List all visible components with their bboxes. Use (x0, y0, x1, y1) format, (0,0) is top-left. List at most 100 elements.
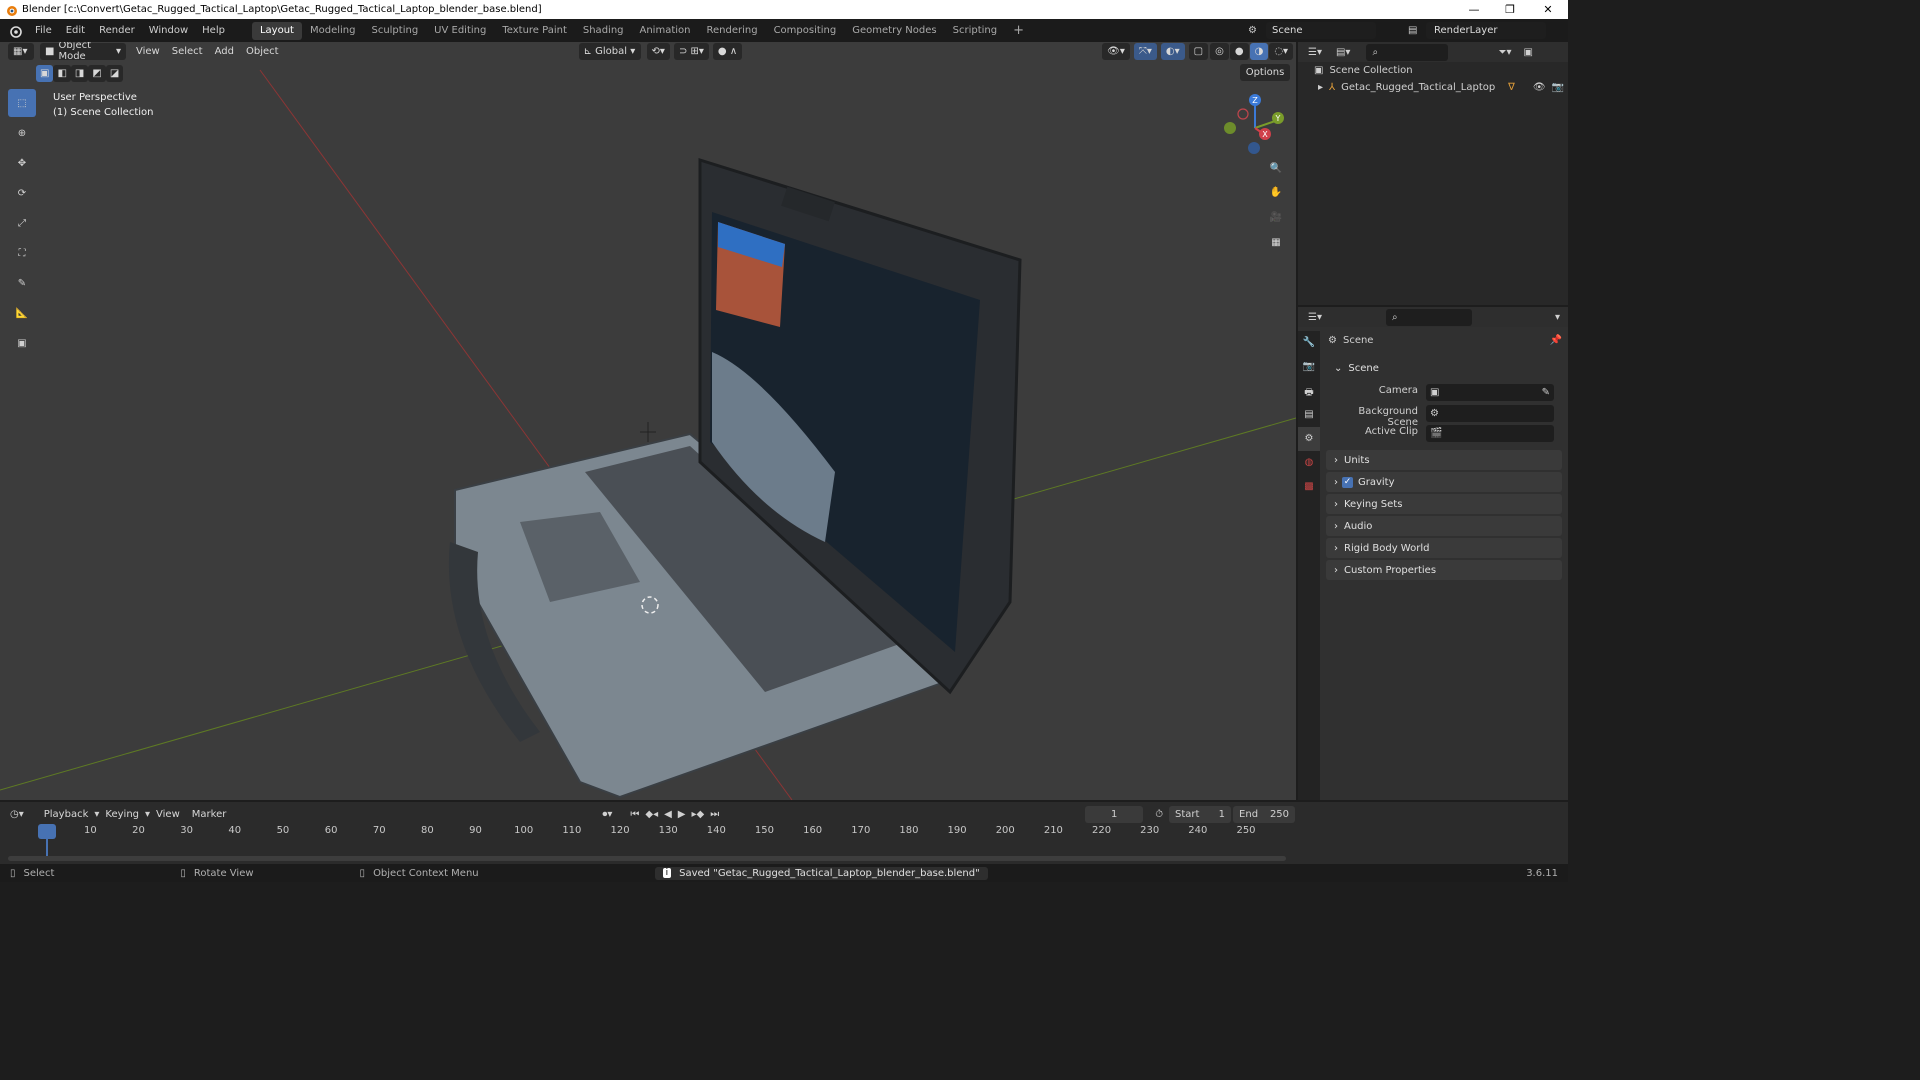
scale-tool-icon[interactable]: ⤢ (8, 209, 36, 237)
menu-edit[interactable]: Edit (59, 25, 92, 36)
pan-hand-icon[interactable]: ✋ (1265, 181, 1287, 203)
blender-menu-icon[interactable] (8, 24, 22, 38)
render-tab-icon[interactable]: 📷 (1298, 355, 1320, 379)
scene-icon[interactable]: ⚙ (1248, 25, 1266, 36)
zoom-icon[interactable]: 🔍 (1265, 157, 1287, 179)
panel-rigid-body-world[interactable]: › Rigid Body World (1326, 538, 1562, 558)
menu-help[interactable]: Help (195, 25, 232, 36)
transform-tool-icon[interactable]: ⛶ (8, 239, 36, 267)
proportional-edit-icon[interactable]: ● ∧ (712, 42, 743, 60)
outliner-item-laptop[interactable]: ▸ ⅄ Getac_Rugged_Tactical_Laptop ∇ 👁 📷 (1318, 82, 1564, 93)
xray-icon[interactable]: ▢ (1188, 42, 1209, 60)
3d-viewport[interactable]: ▦▾ ■ Object Mode ▾ View Select Add Object… (0, 42, 1296, 800)
properties-editor-type-icon[interactable]: ☰▾ (1308, 312, 1322, 323)
visibility-icon[interactable]: 👁▾ (1102, 42, 1130, 60)
close-window-button[interactable]: ✕ (1530, 0, 1566, 19)
shading-solid-icon[interactable]: ● (1229, 42, 1249, 60)
tab-sculpting[interactable]: Sculpting (363, 22, 426, 40)
eye-icon[interactable]: 👁 (1533, 82, 1546, 93)
viewport-menu-add[interactable]: Add (209, 46, 240, 57)
select-subtract-icon[interactable]: ◨ (70, 65, 89, 82)
tab-texture-paint[interactable]: Texture Paint (494, 22, 575, 40)
maximize-button[interactable]: ❐ (1492, 0, 1528, 19)
panel-custom-properties[interactable]: › Custom Properties (1326, 560, 1562, 580)
menu-window[interactable]: Window (142, 25, 195, 36)
camera-field[interactable]: ▣ ✎ (1426, 384, 1554, 401)
orientation-selector[interactable]: ⊾ Global ▾ (578, 42, 641, 60)
viewport-menu-view[interactable]: View (130, 46, 166, 57)
shading-material-icon[interactable]: ◑ (1249, 42, 1269, 60)
panel-scene[interactable]: ⌄ Scene (1326, 358, 1562, 378)
move-tool-icon[interactable]: ✥ (8, 149, 36, 177)
active-clip-field[interactable]: 🎬 (1426, 425, 1554, 442)
view-layer-selector[interactable]: RenderLayer (1426, 22, 1546, 39)
tab-compositing[interactable]: Compositing (766, 22, 845, 40)
output-tab-icon[interactable]: 🖶 (1298, 379, 1320, 403)
options-dropdown[interactable]: Options (1240, 64, 1290, 81)
menu-render[interactable]: Render (92, 25, 142, 36)
view-layer-tab-icon[interactable]: ▤ (1298, 403, 1320, 427)
render-camera-icon[interactable]: 📷 (1552, 82, 1564, 93)
select-box-tool-icon[interactable]: ⬚ (8, 89, 36, 117)
scene-tab-icon[interactable]: ⚙ (1298, 427, 1320, 451)
scene-selector[interactable]: Scene (1266, 22, 1376, 39)
select-invert-icon[interactable]: ◩ (88, 65, 106, 82)
tab-geometry-nodes[interactable]: Geometry Nodes (844, 22, 944, 40)
measure-tool-icon[interactable]: 📐 (8, 299, 36, 327)
filter-icon[interactable]: ⏷▾ (1498, 47, 1511, 58)
select-intersect-icon[interactable]: ◪ (105, 65, 124, 82)
outliner-root-row[interactable]: ▣ Scene Collection (1314, 65, 1413, 76)
world-tab-icon[interactable]: ◍ (1298, 451, 1320, 475)
add-workspace-button[interactable]: + (1005, 22, 1032, 40)
timeline-scrollbar[interactable] (8, 856, 1286, 861)
viewport-menu-select[interactable]: Select (166, 46, 209, 57)
navigation-gizmo[interactable]: Z Y X (1220, 90, 1290, 160)
view-layer-icon[interactable]: ▤ (1408, 25, 1426, 36)
menu-file[interactable]: File (28, 25, 59, 36)
shading-rendered-icon[interactable]: ◌▾ (1269, 42, 1294, 60)
timeline-editor[interactable]: ◷▾ Playback ▾ Keying ▾ View Marker ⏺▾ ⏮ … (0, 802, 1568, 864)
tab-scripting[interactable]: Scripting (945, 22, 1005, 40)
new-collection-icon[interactable]: ▣ (1523, 47, 1532, 58)
playhead[interactable] (38, 824, 56, 839)
tab-layout[interactable]: Layout (251, 21, 302, 40)
tab-rendering[interactable]: Rendering (698, 22, 765, 40)
editor-type-button[interactable]: ▦▾ (8, 42, 34, 60)
expand-arrow-icon[interactable]: ▸ (1318, 82, 1323, 93)
timeline-ruler[interactable]: 1102030405060708090100110120130140150160… (0, 802, 1296, 864)
add-cube-tool-icon[interactable]: ▣ (8, 329, 36, 357)
overlay-toggle-icon[interactable]: ◐▾ (1160, 42, 1185, 60)
perspective-toggle-icon[interactable]: ▦ (1265, 231, 1287, 253)
mode-selector[interactable]: ■ Object Mode ▾ (40, 42, 126, 62)
gravity-checkbox[interactable]: ✓ (1342, 476, 1353, 488)
snap-icon[interactable]: ⊃ ⊞▾ (673, 42, 709, 60)
select-new-icon[interactable]: ▣ (36, 65, 54, 82)
pin-icon[interactable]: 📌 (1550, 335, 1562, 346)
minimize-button[interactable]: — (1456, 0, 1492, 19)
pivot-icon[interactable]: ⟲▾ (646, 42, 670, 60)
tool-tab-icon[interactable]: 🔧 (1298, 331, 1320, 355)
outliner-editor-type-icon[interactable]: ☰▾ (1308, 47, 1322, 58)
outliner-search-input[interactable]: ⌕ (1366, 43, 1449, 61)
panel-audio[interactable]: › Audio (1326, 516, 1562, 536)
tab-animation[interactable]: Animation (632, 22, 699, 40)
panel-units[interactable]: › Units (1326, 450, 1562, 470)
tab-shading[interactable]: Shading (575, 22, 632, 40)
tab-modeling[interactable]: Modeling (302, 22, 364, 40)
properties-options-icon[interactable]: ▾ (1555, 312, 1560, 323)
shading-wireframe-icon[interactable]: ◎ (1210, 42, 1229, 60)
rotate-tool-icon[interactable]: ⟳ (8, 179, 36, 207)
display-mode-icon[interactable]: ▤▾ (1336, 47, 1350, 58)
annotate-tool-icon[interactable]: ✎ (8, 269, 36, 297)
select-extend-icon[interactable]: ◧ (53, 65, 71, 82)
viewport-menu-object[interactable]: Object (240, 46, 285, 57)
texture-tab-icon[interactable]: ▩ (1298, 475, 1320, 499)
background-scene-field[interactable]: ⚙ (1426, 405, 1554, 422)
panel-keying-sets[interactable]: › Keying Sets (1326, 494, 1562, 514)
properties-search-input[interactable]: ⌕ (1385, 308, 1472, 326)
panel-gravity[interactable]: › ✓ Gravity (1326, 472, 1562, 492)
cursor-tool-icon[interactable]: ⊕ (8, 119, 36, 147)
eyedropper-icon[interactable]: ✎ (1542, 387, 1550, 398)
gizmo-toggle-icon[interactable]: ⤧▾ (1133, 42, 1157, 60)
tab-uv-editing[interactable]: UV Editing (426, 22, 494, 40)
